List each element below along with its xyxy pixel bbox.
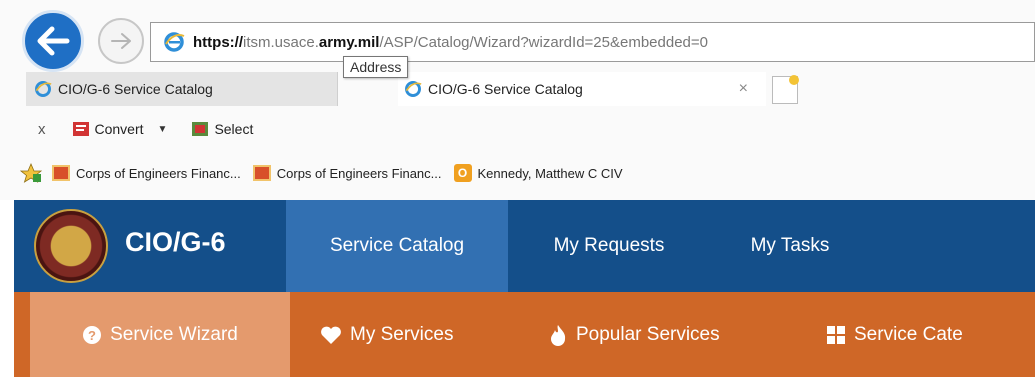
url-host-domain: army.mil [318,33,380,51]
army-seal-logo[interactable] [34,209,108,283]
site-subnav: ? Service Wizard My Services Popular Ser… [14,292,1035,377]
question-circle-icon: ? [83,325,102,344]
tab-service-catalog-2[interactable]: CIO/G-6 Service Catalog × [398,72,766,106]
subnav-label: Popular Services [576,323,720,345]
select-label: Select [214,121,254,137]
url-path: /ASP/Catalog/Wizard?wizardId=25&embedded… [379,33,708,51]
address-tooltip: Address [343,56,409,78]
select-icon [192,122,209,136]
ie-icon [35,81,52,97]
subnav-popular-services[interactable]: Popular Services [548,292,720,377]
nav-my-requests[interactable]: My Requests [524,200,694,292]
favorite-label: Corps of Engineers Financ... [76,165,241,181]
tab-service-catalog-1[interactable]: CIO/G-6 Service Catalog [26,72,338,106]
ie-icon [405,81,422,97]
ie-icon [164,32,185,52]
tab-close-icon[interactable]: × [739,80,748,98]
corps-logo-icon [52,165,70,181]
command-bar-close-icon[interactable]: x [38,121,46,138]
nav-my-tasks[interactable]: My Tasks [730,200,850,292]
arrow-right-icon [111,33,131,49]
back-button[interactable] [22,10,84,72]
pdf-convert-icon [72,122,89,136]
tab-label: CIO/G-6 Service Catalog [428,81,583,97]
favorite-link-2[interactable]: Corps of Engineers Financ... [252,165,442,181]
favorite-link-1[interactable]: Corps of Engineers Financ... [52,165,241,181]
chevron-down-icon: ▼ [157,123,168,135]
address-bar[interactable]: https:// itsm.usace. army.mil /ASP/Catal… [150,22,1035,62]
favorite-label: Kennedy, Matthew C CIV [477,165,623,181]
heart-icon [321,326,341,344]
outlook-icon: O [453,164,472,182]
subnav-label: Service Cate [854,323,963,345]
subnav-label: My Services [350,323,454,345]
nav-service-catalog[interactable]: Service Catalog [286,200,508,292]
tab-label: CIO/G-6 Service Catalog [58,81,213,97]
url-host-prefix: itsm.usace. [243,33,319,51]
subnav-my-services[interactable]: My Services [320,292,453,377]
forward-button[interactable] [98,18,144,64]
site-brand[interactable]: CIO/G-6 [125,227,226,258]
select-button[interactable]: Select [191,120,253,138]
fire-icon [551,324,566,346]
url-scheme: https:// [193,33,243,51]
command-bar: x Convert ▼ Select [0,112,277,146]
corps-logo-icon [252,165,271,181]
new-tab-button[interactable] [772,75,799,104]
browser-chrome: https:// itsm.usace. army.mil /ASP/Catal… [0,0,1035,200]
arrow-left-icon [37,26,70,56]
subnav-label: Service Wizard [110,323,238,345]
favorite-link-3[interactable]: O Kennedy, Matthew C CIV [453,164,623,182]
convert-button[interactable]: Convert ▼ [72,120,168,138]
svg-text:?: ? [88,328,96,343]
subnav-service-wizard[interactable]: ? Service Wizard [30,292,290,377]
site-navbar: CIO/G-6 Service Catalog My Requests My T… [14,200,1035,292]
favorites-bar: Corps of Engineers Financ... Corps of En… [0,156,635,190]
grid-icon [827,325,845,344]
subnav-service-categories[interactable]: Service Cate [826,292,963,377]
convert-label: Convert [94,121,144,137]
favorites-star-icon[interactable] [20,163,42,183]
favorite-label: Corps of Engineers Financ... [276,165,442,181]
